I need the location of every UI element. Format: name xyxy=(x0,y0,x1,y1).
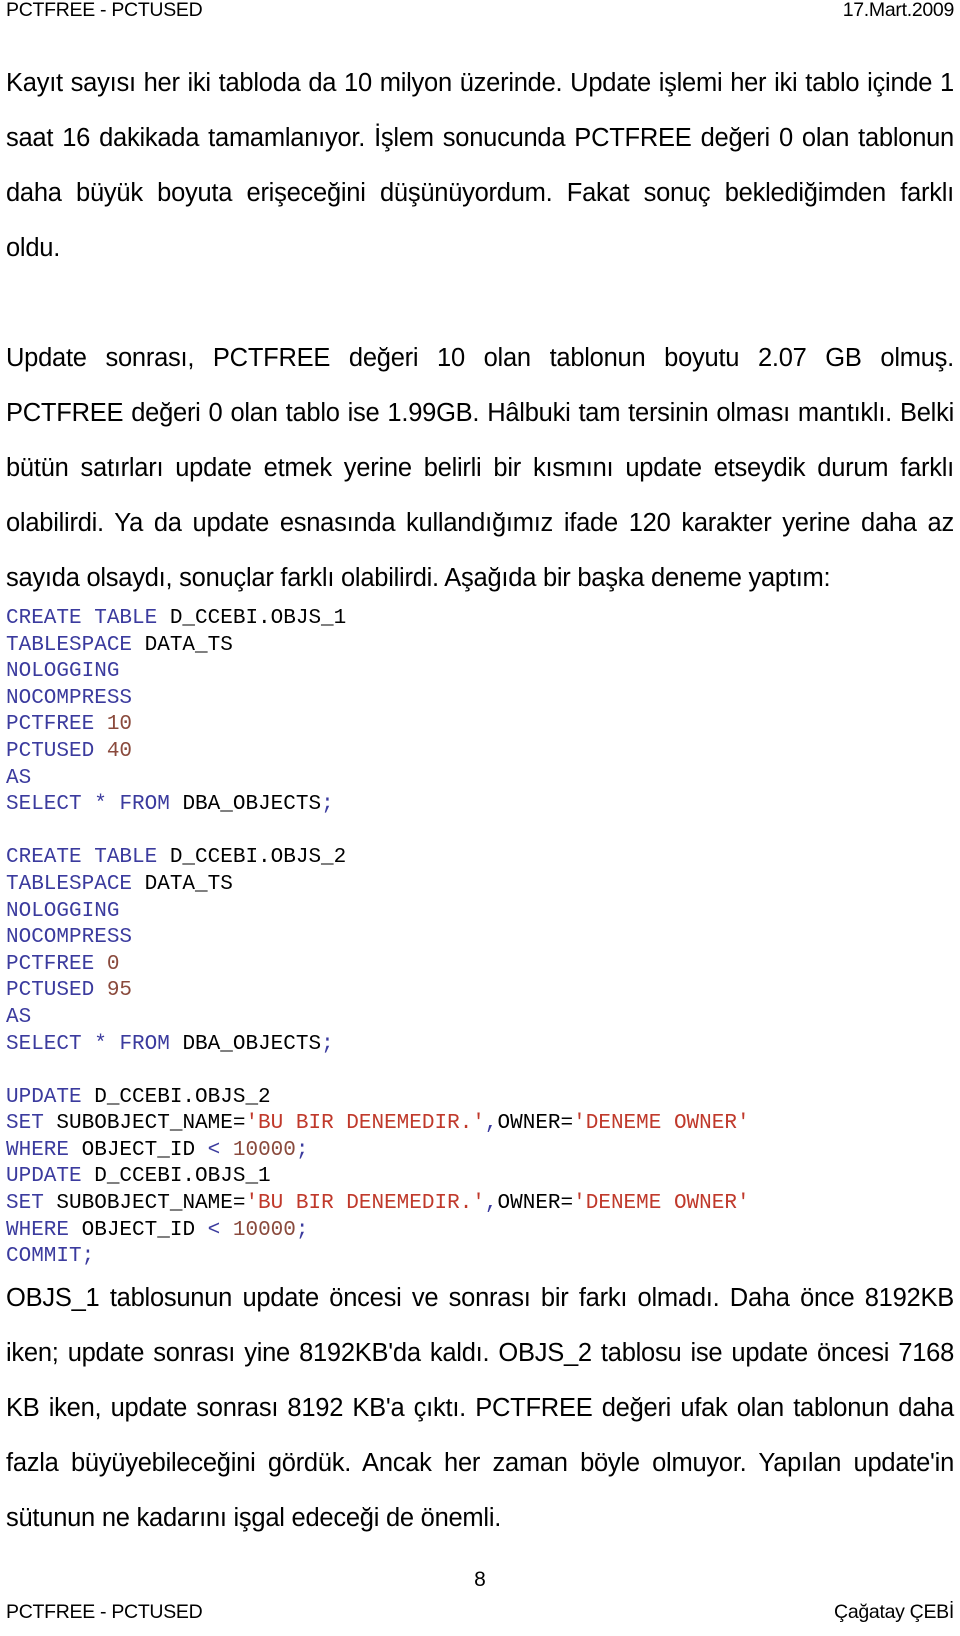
code-token: ; xyxy=(321,1032,334,1056)
code-token: ; xyxy=(81,1245,95,1269)
code-token: TABLESPACE xyxy=(6,633,145,657)
running-header: PCTFREE - PCTUSED 17.Mart.2009 xyxy=(6,0,954,34)
code-token: NOLOGGING xyxy=(6,899,120,923)
code-token: 40 xyxy=(106,739,133,763)
code-line: TABLESPACE DATA_TS xyxy=(6,872,954,899)
code-token: PCTUSED xyxy=(6,739,107,763)
code-token: 10000 xyxy=(232,1218,296,1242)
code-token: * xyxy=(94,1032,120,1056)
code-token: FROM xyxy=(119,793,183,817)
code-token: SET xyxy=(6,1192,57,1216)
paragraph-2: Update sonrası, PCTFREE değeri 10 olan t… xyxy=(6,344,954,592)
page-number: 8 xyxy=(474,1568,486,1591)
code-token: UPDATE xyxy=(6,1085,95,1109)
code-token: , xyxy=(484,1192,498,1216)
code-token: PCTUSED xyxy=(6,979,107,1003)
code-line: WHERE OBJECT_ID < 10000; xyxy=(6,1218,954,1245)
document-content: Kayıt sayısı her iki tabloda da 10 milyo… xyxy=(6,56,954,1546)
code-line: TABLESPACE DATA_TS xyxy=(6,633,954,660)
code-token: ; xyxy=(321,793,334,817)
footer-author-right: Çağatay ÇEBİ xyxy=(834,1601,954,1623)
code-token: 10000 xyxy=(232,1138,296,1162)
code-token: 'BU BIR DENEMEDIR.' xyxy=(245,1112,485,1136)
code-token: 'BU BIR DENEMEDIR.' xyxy=(245,1192,485,1216)
code-token: 10 xyxy=(106,713,133,737)
code-token: COMMIT xyxy=(6,1245,82,1269)
code-token: FROM xyxy=(119,1032,183,1056)
footer-title-left: PCTFREE - PCTUSED xyxy=(6,1601,203,1623)
code-token: UPDATE xyxy=(6,1165,95,1189)
code-token: PCTFREE xyxy=(6,952,107,976)
code-token: * xyxy=(94,793,120,817)
code-token: WHERE xyxy=(6,1138,82,1162)
code-token: 0 xyxy=(106,952,120,976)
document-page: PCTFREE - PCTUSED 17.Mart.2009 Kayıt say… xyxy=(0,0,960,1636)
code-line: PCTFREE 0 xyxy=(6,952,954,979)
code-token: D_CCEBI.OBJS_2 xyxy=(169,846,347,870)
code-token: OBJECT_ID xyxy=(81,1138,208,1162)
code-token: SELECT xyxy=(6,793,95,817)
code-line: AS xyxy=(6,766,954,793)
code-token: 'DENEME OWNER' xyxy=(573,1192,750,1216)
code-line: NOLOGGING xyxy=(6,899,954,926)
code-token: ; xyxy=(295,1218,309,1242)
code-line: CREATE TABLE D_CCEBI.OBJS_1 xyxy=(6,606,954,633)
code-line: AS xyxy=(6,1005,954,1032)
code-token: OWNER= xyxy=(497,1192,574,1216)
code-token: DBA_OBJECTS xyxy=(182,793,322,817)
code-token: DATA_TS xyxy=(144,633,233,657)
code-token: CREATE TABLE xyxy=(6,607,170,630)
code-token: OWNER= xyxy=(497,1112,574,1136)
code-token: TABLESPACE xyxy=(6,872,145,896)
code-line: SELECT * FROM DBA_OBJECTS; xyxy=(6,1032,954,1059)
code-line: UPDATE D_CCEBI.OBJS_1 xyxy=(6,1164,954,1191)
code-token: NOLOGGING xyxy=(6,660,120,684)
code-line: WHERE OBJECT_ID < 10000; xyxy=(6,1138,954,1165)
code-token: ; xyxy=(295,1138,309,1162)
code-token: SUBOBJECT_NAME= xyxy=(56,1192,246,1216)
code-token: WHERE xyxy=(6,1218,82,1242)
code-line: SET SUBOBJECT_NAME='BU BIR DENEMEDIR.',O… xyxy=(6,1191,954,1218)
code-line: COMMIT; xyxy=(6,1244,954,1271)
code-token: SUBOBJECT_NAME= xyxy=(56,1112,246,1136)
code-token: OBJECT_ID xyxy=(81,1218,208,1242)
paragraph-3: OBJS_1 tablosunun update öncesi ve sonra… xyxy=(6,1283,954,1532)
code-token: DATA_TS xyxy=(144,872,233,896)
code-token: NOCOMPRESS xyxy=(6,926,133,950)
running-footer: PCTFREE - PCTUSED Çağatay ÇEBİ xyxy=(6,1601,954,1624)
code-line: CREATE TABLE D_CCEBI.OBJS_2 xyxy=(6,845,954,872)
sql-code-block: CREATE TABLE D_CCEBI.OBJS_1 TABLESPACE DA… xyxy=(6,606,954,1271)
code-token: , xyxy=(484,1112,498,1136)
code-token: DBA_OBJECTS xyxy=(182,1032,322,1056)
code-token: SET xyxy=(6,1112,57,1136)
code-token: D_CCEBI.OBJS_1 xyxy=(94,1165,271,1189)
code-token: < xyxy=(207,1138,233,1162)
header-date-right: 17.Mart.2009 xyxy=(842,0,955,21)
code-token: 95 xyxy=(106,979,133,1003)
code-token: < xyxy=(207,1218,233,1242)
code-line: PCTUSED 95 xyxy=(6,978,954,1005)
code-token: PCTFREE xyxy=(6,713,107,737)
code-line: SELECT * FROM DBA_OBJECTS; xyxy=(6,792,954,819)
code-line: NOLOGGING xyxy=(6,659,954,686)
paragraph-1: Kayıt sayısı her iki tabloda da 10 milyo… xyxy=(6,69,954,262)
code-token: AS xyxy=(6,766,32,790)
code-token: 'DENEME OWNER' xyxy=(573,1112,750,1136)
code-token: D_CCEBI.OBJS_2 xyxy=(94,1085,271,1109)
code-line: NOCOMPRESS xyxy=(6,686,954,713)
code-token: AS xyxy=(6,1005,32,1029)
code-line: SET SUBOBJECT_NAME='BU BIR DENEMEDIR.',O… xyxy=(6,1111,954,1138)
code-line: UPDATE D_CCEBI.OBJS_2 xyxy=(6,1085,954,1112)
code-token: D_CCEBI.OBJS_1 xyxy=(169,607,347,630)
code-token: NOCOMPRESS xyxy=(6,686,133,710)
code-token: CREATE TABLE xyxy=(6,846,170,870)
code-line: NOCOMPRESS xyxy=(6,925,954,952)
header-title-left: PCTFREE - PCTUSED xyxy=(6,0,203,21)
code-line: PCTUSED 40 xyxy=(6,739,954,766)
code-line: PCTFREE 10 xyxy=(6,712,954,739)
code-token: SELECT xyxy=(6,1032,95,1056)
